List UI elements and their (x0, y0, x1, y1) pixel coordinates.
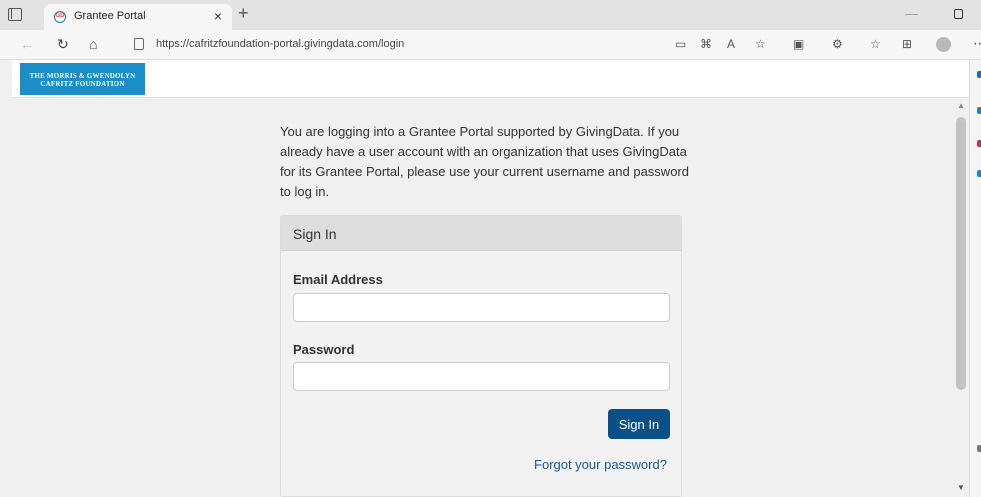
password-field[interactable] (293, 362, 670, 391)
intro-text: You are logging into a Grantee Portal su… (280, 124, 689, 199)
logo-line1: THE MORRIS & GWENDOLYN (29, 72, 136, 80)
refresh-icon[interactable]: ↻ (57, 36, 69, 52)
favorite-add-icon[interactable]: ☆ (755, 36, 766, 52)
url-text[interactable]: https://cafritzfoundation-portal.givingd… (156, 38, 404, 50)
minimize-icon[interactable]: — (905, 6, 918, 21)
foundation-logo[interactable]: THE MORRIS & GWENDOLYN CAFRITZ FOUNDATIO… (20, 63, 145, 95)
app-available-icon[interactable]: ▭ (675, 36, 686, 52)
new-tab-icon[interactable]: + (238, 3, 249, 23)
edge-sidebar (969, 60, 981, 497)
email-label: Email Address (293, 272, 383, 287)
logo-line2: CAFRITZ FOUNDATION (40, 80, 125, 88)
signin-button[interactable]: Sign In (608, 409, 670, 439)
extension-icon[interactable]: ▣ (793, 36, 804, 52)
navigation-bar: ← ↻ ⌂ https://cafritzfoundation-portal.g… (0, 30, 981, 60)
tab-strip: GD Grantee Portal × + — (0, 0, 981, 30)
extensions-puzzle-icon[interactable]: ⚙ (832, 36, 843, 52)
more-icon[interactable]: ⋯ (973, 35, 981, 52)
collections-icon[interactable]: ⊞ (902, 36, 912, 52)
content-area: You are logging into a Grantee Portal su… (12, 98, 954, 497)
password-label: Password (293, 342, 355, 357)
signin-card: Sign In Email Address Password Sign In F… (280, 215, 682, 497)
tab-actions-icon[interactable] (8, 8, 22, 21)
lock-icon[interactable] (134, 38, 144, 50)
sidebar-tools-icon[interactable] (977, 107, 981, 114)
site-header: THE MORRIS & GWENDOLYN CAFRITZ FOUNDATIO… (12, 60, 969, 98)
scroll-down-icon[interactable]: ▼ (957, 483, 965, 492)
profile-icon[interactable] (936, 37, 951, 52)
signin-card-header: Sign In (281, 216, 681, 251)
scroll-up-icon[interactable]: ▲ (957, 101, 965, 110)
scrollbar[interactable]: ▲ ▼ (954, 98, 969, 497)
tab-close-icon[interactable]: × (214, 8, 222, 24)
read-aloud-icon[interactable]: A (727, 36, 735, 52)
immersive-reader-icon[interactable]: ⌘ (700, 36, 712, 52)
tab-grantee-portal[interactable]: GD Grantee Portal × (44, 4, 232, 30)
scroll-thumb[interactable] (956, 117, 966, 390)
favorites-icon[interactable]: ☆ (870, 36, 881, 52)
email-field[interactable] (293, 293, 670, 322)
signin-title: Sign In (293, 226, 337, 242)
sidebar-games-icon[interactable] (977, 140, 981, 147)
forgot-password-link[interactable]: Forgot your password? (534, 457, 667, 472)
address-bar[interactable]: https://cafritzfoundation-portal.givingd… (124, 33, 670, 56)
tab-title: Grantee Portal (74, 10, 146, 22)
favicon-icon: GD (54, 11, 66, 23)
sidebar-office-icon[interactable] (977, 170, 981, 177)
sidebar-settings-icon[interactable] (977, 445, 981, 452)
sidebar-search-icon[interactable] (977, 71, 981, 78)
back-icon[interactable]: ← (20, 36, 34, 52)
maximize-icon[interactable] (954, 9, 963, 19)
home-icon[interactable]: ⌂ (89, 36, 97, 52)
